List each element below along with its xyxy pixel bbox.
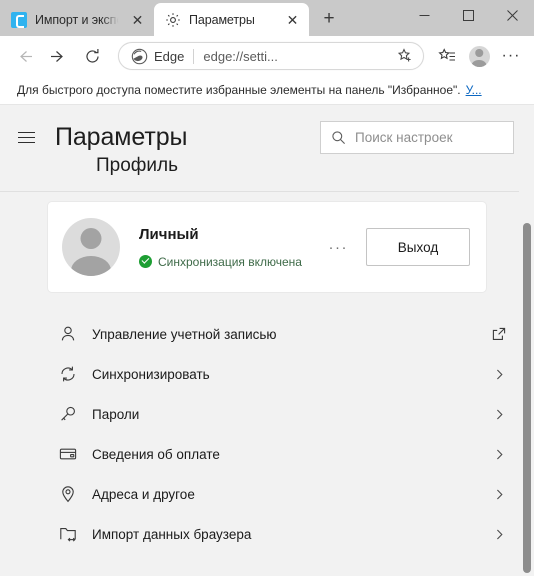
tab-title: Параметры — [189, 12, 255, 27]
favorite-star-icon[interactable] — [394, 45, 416, 67]
credit-card-icon — [58, 444, 78, 464]
favorites-bar-message: Для быстрого доступа поместите избранные… — [17, 83, 461, 97]
settings-menu-list: Управление учетной записью Синхронизиров… — [0, 314, 534, 554]
tab-strip: Импорт и экспо ✕ Параметры ✕ + — [0, 0, 343, 36]
tab-settings[interactable]: Параметры ✕ — [154, 3, 309, 36]
tab-close-icon[interactable]: ✕ — [129, 12, 146, 29]
chevron-right-icon — [493, 368, 506, 381]
menu-item-label: Пароли — [92, 406, 140, 422]
collections-button[interactable] — [432, 41, 462, 71]
settings-page: Параметры Поиск настроек Профиль Личный … — [0, 105, 534, 576]
page-title: Параметры — [55, 122, 188, 151]
title-bar: Импорт и экспо ✕ Параметры ✕ + — [0, 0, 534, 36]
check-circle-icon — [139, 255, 152, 268]
menu-item-addresses[interactable]: Адреса и другое — [0, 474, 534, 514]
maximize-button[interactable] — [446, 0, 490, 31]
browser-menu-button[interactable]: ··· — [496, 41, 526, 71]
address-bar-url[interactable]: edge://setti... — [203, 49, 394, 64]
menu-item-payment-info[interactable]: Сведения об оплате — [0, 434, 534, 474]
sync-status-label: Синхронизация включена — [158, 254, 302, 269]
edge-brand: Edge — [131, 48, 184, 65]
gear-icon — [165, 12, 181, 28]
scrollbar-thumb[interactable] — [523, 223, 531, 573]
import-folder-icon — [58, 524, 78, 544]
menu-item-sync[interactable]: Синхронизировать — [0, 354, 534, 394]
browser-toolbar: Edge edge://setti... ··· — [0, 36, 534, 76]
favorites-bar: Для быстрого доступа поместите избранные… — [0, 76, 534, 105]
settings-content: Профиль Личный Синхронизация включена ··… — [0, 155, 534, 576]
search-placeholder: Поиск настроек — [355, 129, 453, 145]
sync-status: Синхронизация включена — [139, 255, 302, 269]
menu-item-account-management[interactable]: Управление учетной записью — [0, 314, 534, 354]
menu-item-label: Синхронизировать — [92, 366, 210, 382]
tab-import-export[interactable]: Импорт и экспо ✕ — [0, 4, 154, 36]
menu-item-label: Импорт данных браузера — [92, 526, 252, 542]
profile-info: Личный Синхронизация включена — [139, 226, 302, 269]
menu-item-label: Адреса и другое — [92, 486, 195, 502]
favorites-bar-link[interactable]: У... — [466, 83, 482, 97]
hamburger-menu-icon[interactable] — [18, 124, 44, 150]
profile-card: Личный Синхронизация включена ··· Выход — [48, 202, 486, 292]
menu-item-import-browser-data[interactable]: Импорт данных браузера — [0, 514, 534, 554]
tab-title: Импорт и экспо — [35, 13, 121, 27]
profile-button[interactable] — [464, 41, 494, 71]
menu-item-label: Сведения об оплате — [92, 446, 220, 462]
location-pin-icon — [58, 484, 78, 504]
edge-brand-label: Edge — [154, 48, 185, 64]
omnibox-separator — [193, 48, 195, 64]
sync-icon — [58, 364, 78, 384]
tab-close-icon[interactable]: ✕ — [284, 11, 301, 28]
person-icon — [58, 324, 78, 344]
scrollbar-track[interactable] — [519, 169, 534, 576]
section-divider — [0, 191, 534, 192]
avatar — [468, 45, 490, 67]
profile-avatar — [62, 218, 120, 276]
logout-button[interactable]: Выход — [366, 228, 470, 266]
search-settings-input[interactable]: Поиск настроек — [320, 120, 514, 154]
new-tab-button[interactable]: + — [315, 5, 343, 33]
chevron-right-icon — [493, 528, 506, 541]
refresh-button[interactable] — [76, 40, 108, 72]
section-heading: Профиль — [96, 155, 179, 176]
search-icon — [332, 130, 345, 144]
menu-item-passwords[interactable]: Пароли — [0, 394, 534, 434]
more-icon: ··· — [501, 47, 521, 64]
edge-logo-icon — [131, 48, 148, 64]
back-button[interactable] — [8, 40, 40, 72]
minimize-button[interactable] — [402, 0, 446, 31]
chevron-right-icon — [493, 488, 506, 501]
external-link-icon — [492, 327, 506, 341]
chevron-right-icon — [493, 408, 506, 421]
forward-button[interactable] — [42, 40, 74, 72]
address-bar[interactable]: Edge edge://setti... — [118, 42, 424, 70]
import-favicon — [11, 12, 27, 28]
menu-item-label: Управление учетной записью — [92, 326, 277, 342]
settings-header: Параметры Поиск настроек — [0, 105, 534, 169]
window-controls — [402, 0, 534, 31]
chevron-right-icon — [493, 448, 506, 461]
key-icon — [58, 404, 78, 424]
close-button[interactable] — [490, 0, 534, 31]
profile-name: Личный — [139, 225, 199, 243]
profile-more-button[interactable]: ··· — [329, 240, 367, 255]
